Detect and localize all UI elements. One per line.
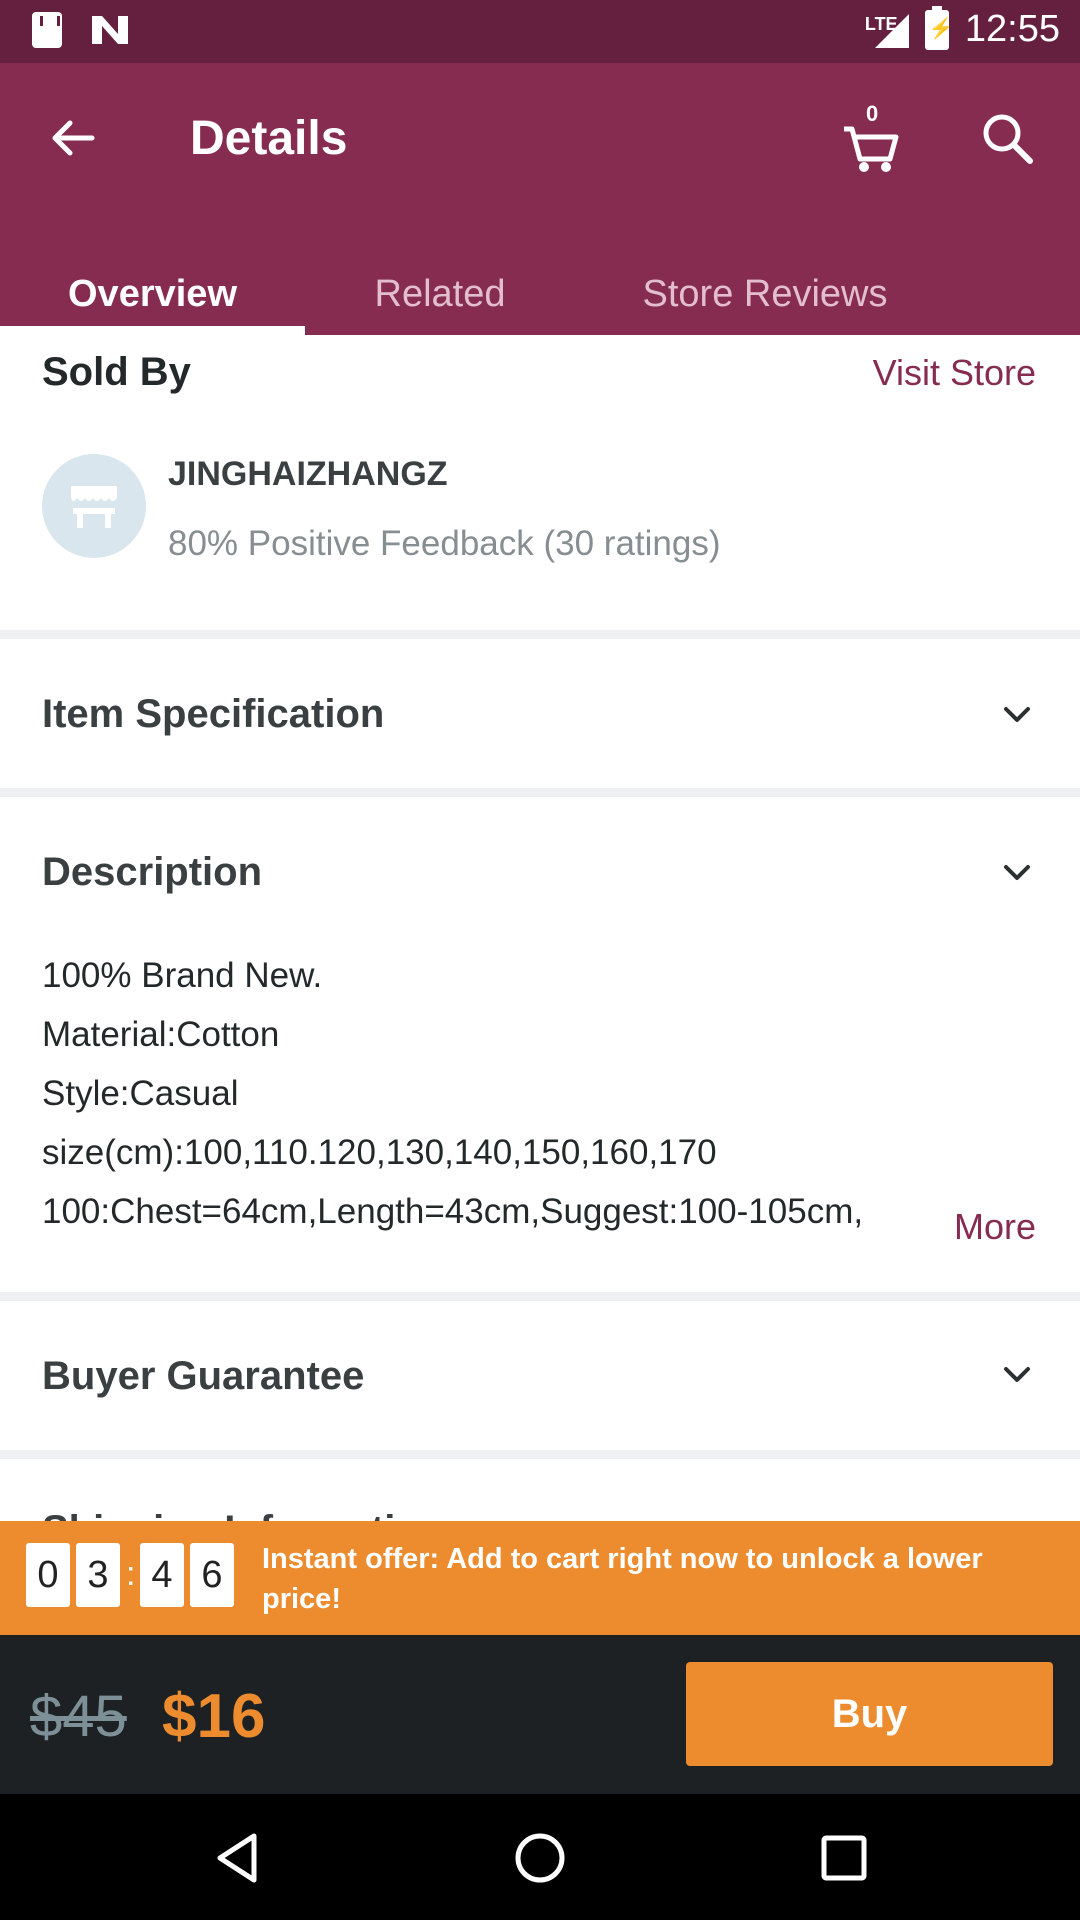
back-triangle-icon[interactable] <box>210 1830 266 1886</box>
shipping-information-heading[interactable]: Shipping Information <box>42 1508 444 1522</box>
section-divider <box>0 630 1080 639</box>
status-bar: LTE 12:55 <box>0 0 1080 63</box>
system-navigation-bar <box>0 1794 1080 1920</box>
chevron-down-icon[interactable] <box>1000 1358 1034 1392</box>
tab-related[interactable]: Related <box>305 253 575 335</box>
tab-overview[interactable]: Overview <box>0 253 305 335</box>
section-divider <box>0 788 1080 797</box>
back-arrow-icon[interactable] <box>48 113 98 163</box>
instant-offer-text: Instant offer: Add to cart right now to … <box>262 1543 983 1615</box>
original-price: $45 <box>30 1684 127 1749</box>
description-line: 100% Brand New. <box>42 956 323 995</box>
description-line: Style:Casual <box>42 1074 239 1113</box>
visit-store-link[interactable]: Visit Store <box>873 352 1036 394</box>
store-name[interactable]: JINGHAIZHANGZ <box>168 455 448 494</box>
timer-digit: 6 <box>190 1543 234 1607</box>
notification-n-icon <box>92 16 128 44</box>
description-more-link[interactable]: More <box>954 1206 1036 1248</box>
timer-digit: 4 <box>140 1543 184 1607</box>
sd-card-icon <box>32 12 62 48</box>
timer-digit: 3 <box>76 1543 120 1607</box>
app-bar: Details 0 Overview Related Store Reviews <box>0 63 1080 335</box>
store-avatar[interactable] <box>42 454 146 558</box>
search-icon[interactable] <box>980 111 1036 167</box>
item-specification-heading[interactable]: Item Specification <box>42 692 384 737</box>
section-divider <box>0 1292 1080 1301</box>
buy-button[interactable]: Buy <box>686 1662 1053 1766</box>
timer-separator: : <box>126 1555 136 1593</box>
chevron-down-icon[interactable] <box>1000 856 1034 890</box>
timer-digit: 0 <box>26 1543 70 1607</box>
description-line: size(cm):100,110.120,130,140,150,160,170 <box>42 1133 717 1172</box>
home-circle-icon[interactable] <box>512 1830 568 1886</box>
cart-count-badge: 0 <box>866 101 879 126</box>
store-feedback: 80% Positive Feedback (30 ratings) <box>168 524 721 563</box>
lte-signal-icon: LTE <box>861 10 909 50</box>
section-divider <box>0 1450 1080 1459</box>
description-heading[interactable]: Description <box>42 850 262 895</box>
description-line: Material:Cotton <box>42 1015 280 1054</box>
sold-by-heading: Sold By <box>42 350 191 394</box>
storefront-icon <box>71 486 117 528</box>
purchase-bar: $45 $16 Buy <box>0 1635 1080 1794</box>
battery-charging-icon <box>924 5 954 50</box>
tab-bar: Overview Related Store Reviews <box>0 253 1080 335</box>
chevron-down-icon[interactable] <box>1000 698 1034 732</box>
sale-price: $16 <box>162 1682 266 1751</box>
status-time: 12:55 <box>964 8 1060 50</box>
description-line: 100:Chest=64cm,Length=43cm,Suggest:100-1… <box>42 1192 864 1231</box>
instant-offer-banner: 0 3 : 4 6 Instant offer: Add to cart rig… <box>0 1521 1080 1635</box>
page-title: Details <box>190 112 348 165</box>
buyer-guarantee-heading[interactable]: Buyer Guarantee <box>42 1354 364 1399</box>
tab-indicator <box>0 326 305 335</box>
recents-square-icon[interactable] <box>816 1830 872 1886</box>
tab-store-reviews[interactable]: Store Reviews <box>575 253 955 335</box>
